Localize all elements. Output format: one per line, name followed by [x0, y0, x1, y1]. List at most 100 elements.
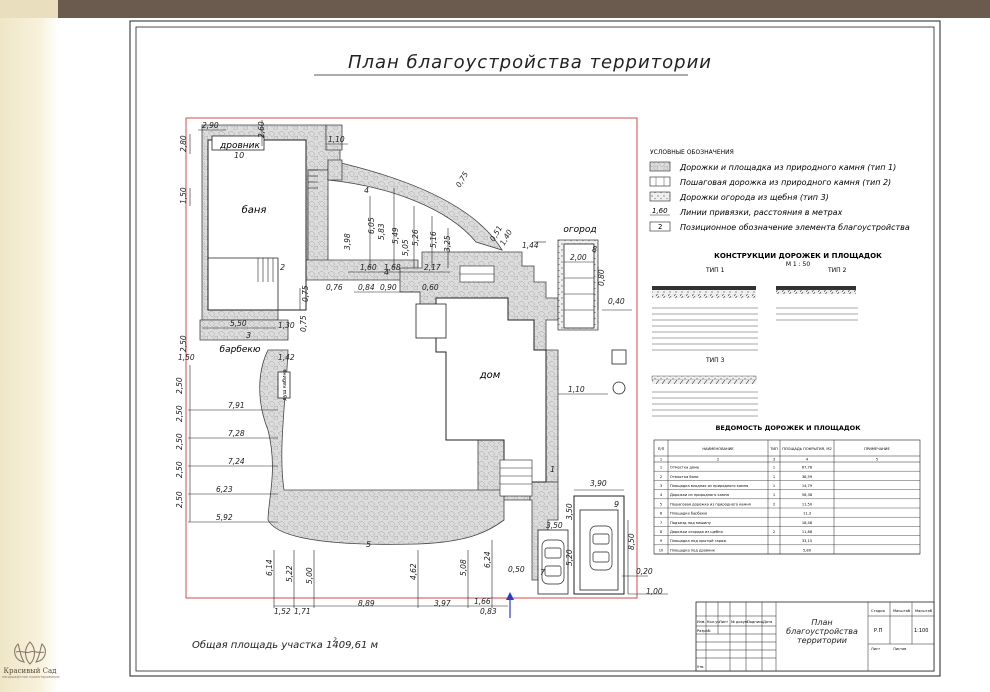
- dimension-value: 5,92: [216, 513, 233, 522]
- table-cell: Дорожки огорода из щебня: [670, 530, 723, 534]
- dimension-value: 2,17: [424, 263, 441, 272]
- table-cell: 1: [773, 484, 775, 488]
- table-cell: 33,15: [802, 539, 812, 543]
- table-cell: 1: [773, 493, 775, 497]
- dimension-value: 1,30: [278, 321, 295, 330]
- shower-label: душ кабина: [282, 369, 288, 400]
- table-cell: 67,78: [802, 466, 813, 470]
- table-cell: Площадка входная из природного камня: [670, 484, 748, 488]
- dimension-value: 5,49: [391, 227, 400, 244]
- logo-name: Красивый Сад: [3, 667, 57, 675]
- table-index: 5: [876, 458, 878, 462]
- constructions-heading: КОНСТРУКЦИИ ДОРОЖЕК И ПЛОЩАДОК: [714, 252, 882, 260]
- type3-section-soil: [652, 380, 756, 384]
- slide-topbar: [58, 0, 990, 18]
- drawing-sheet: План благоустройства территории баня дро…: [128, 20, 942, 678]
- table-heading: ВЕДОМОСТЬ ДОРОЖЕК И ПЛОЩАДОК: [715, 424, 861, 432]
- type2-section-top: [776, 286, 856, 290]
- table-cell: Площадка под дровник: [670, 548, 716, 552]
- dimension-value: 3,25: [443, 235, 452, 252]
- slide-left-band: [0, 0, 58, 692]
- dimension-value: 8,50: [627, 533, 636, 550]
- table-cell: 14,79: [802, 484, 813, 488]
- table-cell: 11,3: [803, 512, 811, 516]
- table-index: 2: [717, 458, 719, 462]
- dimension-value: 2,50: [175, 433, 184, 450]
- dimension-value: 5,50: [230, 319, 247, 328]
- dimension-value: 1,42: [278, 353, 295, 362]
- table-cell: 18,48: [802, 521, 813, 525]
- total-area: Общая площадь участка 1409,61 м: [192, 639, 379, 651]
- title-block-label: Изм.: [697, 620, 705, 624]
- total-area-unit: 2: [333, 637, 337, 644]
- constructions-scale: М 1 : 50: [786, 261, 811, 268]
- table-header: НАИМЕНОВАНИЕ: [702, 447, 734, 451]
- title-block-label: Масштаб: [915, 609, 933, 613]
- title-block-scale: 1:100: [914, 628, 928, 634]
- table-header: ПРИМЕЧАНИЕ: [864, 447, 890, 451]
- element-number: 10: [234, 151, 244, 160]
- dimension-value: 7,28: [228, 429, 245, 438]
- table-cell: 1: [773, 475, 775, 479]
- element-number: 8: [592, 245, 597, 254]
- dimension-value: 5,05: [401, 239, 410, 256]
- dimension-value: 3,98: [343, 233, 352, 250]
- element-number: 1: [550, 465, 555, 474]
- dimension-value: 7,91: [228, 401, 245, 410]
- dimension-value: 7,24: [228, 457, 245, 466]
- legend-item: Дорожки и площадка из природного камня (…: [679, 163, 896, 172]
- table-cell: Площадка под крытый гараж: [670, 539, 727, 543]
- legend-item: Линии привязки, расстояния в метрах: [679, 208, 843, 217]
- dimension-value: 2,50: [175, 491, 184, 508]
- dimension-value: 1,10: [328, 135, 345, 144]
- dimension-value: 0,50: [508, 565, 525, 574]
- table-cell: 11,50: [802, 502, 813, 506]
- car-icon: [541, 539, 565, 585]
- dimension-value: 2,60: [257, 121, 266, 138]
- table-header: ТИП: [769, 447, 778, 451]
- bath-side-paving: [307, 169, 329, 269]
- dimension-value: 6,14: [265, 559, 274, 576]
- dimension-value: 1,60: [360, 263, 377, 272]
- barbecue-label: барбекю: [220, 345, 261, 355]
- dimension-value: 0,76: [326, 283, 343, 292]
- dimension-value: 1,68: [384, 263, 401, 272]
- dimension-value: 2,90: [202, 121, 219, 130]
- house-label: дом: [479, 370, 501, 381]
- legend-swatch-stone: [649, 161, 671, 172]
- table-cell: Отмостка бани: [670, 475, 699, 479]
- construction-type-label: ТИП 2: [827, 267, 847, 274]
- title-block-label: Дата: [763, 620, 772, 624]
- dimension-value: 0,84: [358, 283, 375, 292]
- dimension-value: 3,97: [434, 599, 451, 608]
- dimension-value: 5,20: [565, 549, 574, 566]
- table-cell: 5,80: [803, 548, 812, 552]
- company-logo: Красивый Сад ландшафтное проектирование: [2, 640, 60, 690]
- legend-sample-position: 2: [658, 223, 662, 231]
- element-number: 9: [614, 500, 619, 509]
- table-cell: 5: [660, 502, 662, 506]
- dimension-value: 0,40: [608, 297, 625, 306]
- table-cell: 11,88: [802, 530, 813, 534]
- table-index: 3: [773, 458, 775, 462]
- car-icon: [589, 525, 613, 571]
- table-cell: 56,38: [802, 493, 813, 497]
- bath-house: [207, 139, 307, 311]
- dimension-value: 8,89: [358, 599, 375, 608]
- dimension-value: 0,75: [301, 285, 310, 302]
- bath-label: баня: [242, 204, 267, 216]
- drawing-title: План благоустройства территории: [348, 52, 712, 73]
- title-block-label: Масштаб: [893, 609, 911, 613]
- table-cell: 7: [660, 521, 662, 525]
- legend-sample-dimension: 1,60: [652, 207, 668, 215]
- element-number: 3: [246, 331, 251, 340]
- dimension-value: 5,26: [411, 229, 420, 246]
- table-cell: 3: [660, 484, 662, 488]
- dimension-value: 2,80: [179, 135, 188, 152]
- table-index: 1: [660, 458, 662, 462]
- table-cell: 2: [773, 502, 775, 506]
- dimension-value: 1,52: [274, 607, 291, 616]
- dimension-value: 5,00: [305, 567, 314, 584]
- garden-label: огород: [563, 225, 596, 235]
- construction-type-label: ТИП 1: [705, 267, 725, 274]
